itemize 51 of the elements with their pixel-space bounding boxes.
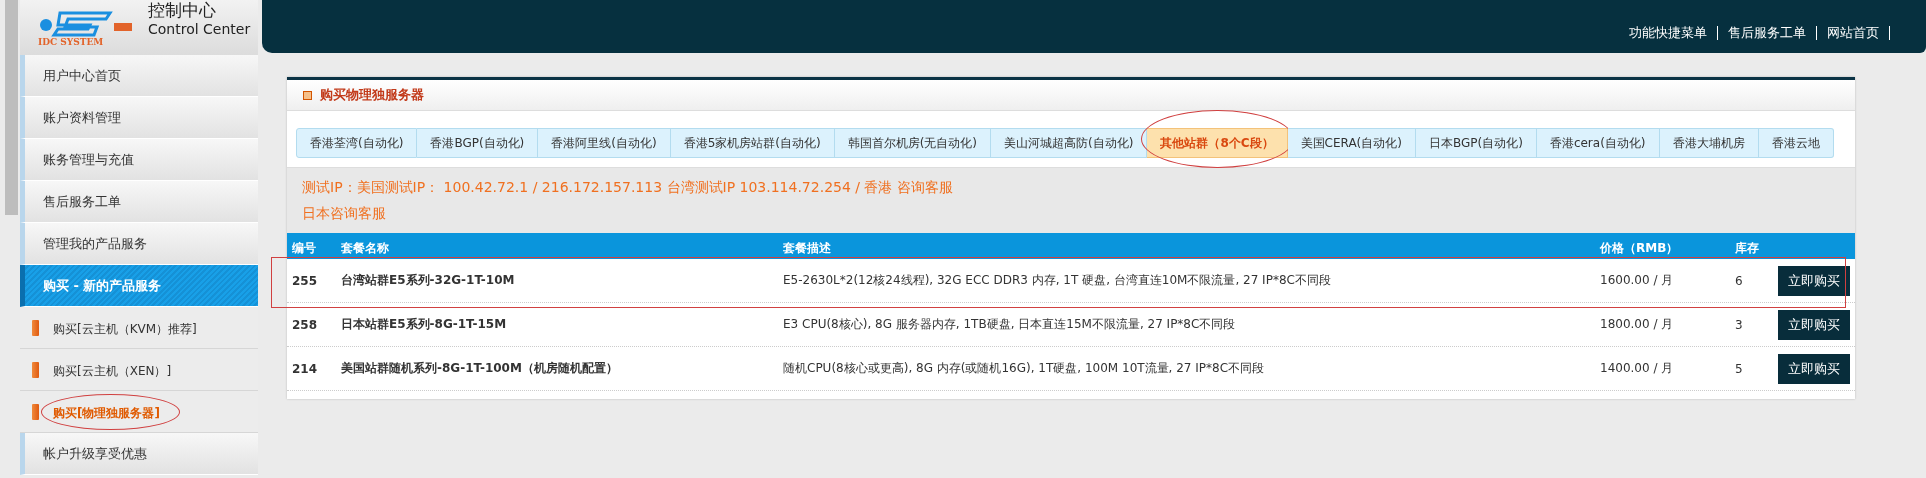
table-cell-text: 1600.00 / 月 bbox=[1600, 272, 1675, 289]
buy-button[interactable]: 立即购买 bbox=[1778, 353, 1850, 384]
sidebar-item[interactable]: 用户中心首页 bbox=[20, 55, 258, 97]
header-link[interactable]: 功能快捷菜单 bbox=[1619, 26, 1718, 40]
bar-icon bbox=[32, 319, 39, 336]
tab[interactable]: 香港阿里线(自动化) bbox=[538, 128, 671, 158]
header-link[interactable]: 售后服务工单 bbox=[1718, 26, 1817, 40]
bar-icon bbox=[32, 361, 39, 378]
table-cell-text: 1800.00 / 月 bbox=[1600, 316, 1675, 333]
sidebar-item[interactable]: 售后服务工单 bbox=[20, 181, 258, 223]
info-text: 测试IP：美国测试IP： 100.42.72.1 / 216.172.157.113 台湾测试IP 103.114.72.254 / 香港 咨询客服 bbox=[302, 178, 954, 197]
title-icon bbox=[303, 90, 312, 100]
sidebar-subitem[interactable]: 购买[云主机（KVM）推荐] bbox=[53, 321, 197, 336]
logo-text: IDC SYSTEM bbox=[38, 36, 104, 47]
tab[interactable]: 香港cera(自动化) bbox=[1536, 128, 1660, 158]
table-cell-text: 5 bbox=[1735, 361, 1744, 376]
table-cell-text: 日本站群E5系列-8G-1T-15M bbox=[341, 316, 508, 333]
logo-title: 控制中心 bbox=[148, 0, 217, 22]
table-cell-text: 台湾站群E5系列-32G-1T-10M bbox=[341, 272, 516, 289]
tab[interactable]: 美山河城超高防(自动化) bbox=[991, 128, 1148, 158]
tab[interactable]: 韩国首尔机房(无自动化) bbox=[834, 128, 992, 158]
bar-icon bbox=[32, 403, 39, 420]
sidebar-subitem[interactable]: 购买[云主机（XEN）] bbox=[53, 363, 172, 378]
tab[interactable]: 日本BGP(自动化) bbox=[1415, 128, 1537, 158]
sidebar-item[interactable]: 账务管理与充值 bbox=[20, 139, 258, 181]
tab[interactable]: 香港5家机房站群(自动化) bbox=[670, 128, 835, 158]
buy-button[interactable]: 立即购买 bbox=[1778, 265, 1850, 296]
info-text: 日本咨询客服 bbox=[302, 204, 387, 223]
header-link[interactable]: 网站首页 bbox=[1817, 26, 1890, 40]
panel-title: 购买物理独服务器 bbox=[320, 86, 424, 104]
tab[interactable]: 香港大埔机房 bbox=[1659, 128, 1759, 158]
sidebar-item[interactable]: 账户资料管理 bbox=[20, 97, 258, 139]
buy-button[interactable]: 立即购买 bbox=[1778, 309, 1850, 340]
table-cell-text: 1400.00 / 月 bbox=[1600, 360, 1675, 377]
table-cell-text: 3 bbox=[1735, 317, 1744, 332]
tab[interactable]: 香港荃湾(自动化) bbox=[296, 128, 418, 158]
table-cell-text: 258 bbox=[292, 317, 319, 332]
table-cell-text: 6 bbox=[1735, 273, 1744, 288]
tab[interactable]: 美国CERA(自动化) bbox=[1287, 128, 1416, 158]
logo-subtitle: Control Center bbox=[148, 21, 251, 39]
table-cell-text: 255 bbox=[292, 273, 319, 288]
sidebar-item[interactable]: 帐户升级享受优惠 bbox=[20, 433, 258, 475]
table-cell-text: E3 CPU(8核心), 8G 服务器内存, 1TB硬盘, 日本直连15M不限流量, 27 IP*8C不同段 bbox=[783, 316, 1237, 333]
sidebar-item[interactable]: 管理我的产品服务 bbox=[20, 223, 258, 265]
table-cell-text: 随机CPU(8核心或更高), 8G 内存(或随机16G), 1T硬盘, 100M 10T流量, 27 IP*8C不同段 bbox=[783, 360, 1266, 377]
table-cell-text: 美国站群随机系列-8G-1T-100M（机房随机配置） bbox=[341, 360, 619, 377]
tab[interactable]: 香港BGP(自动化) bbox=[417, 128, 539, 158]
tab[interactable]: 香港云地 bbox=[1758, 128, 1834, 158]
table-cell-text: 214 bbox=[292, 361, 319, 376]
table-cell-text: E5-2630L*2(12核24线程), 32G ECC DDR3 内存, 1T 硬盘, 台湾直连10M不限流量, 27 IP*8C不同段 bbox=[783, 272, 1332, 289]
scrollbar[interactable] bbox=[5, 0, 18, 215]
